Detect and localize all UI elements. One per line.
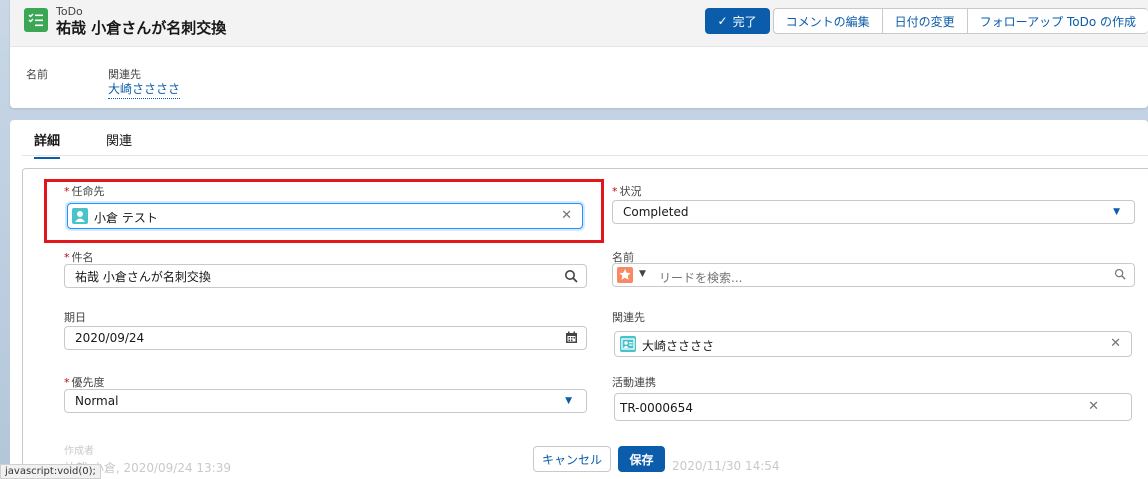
detail-card: 詳細 関連 (10, 120, 1148, 479)
search-icon (1114, 268, 1126, 283)
required-marker: * (64, 376, 70, 389)
created-by-label: 作成者 (64, 446, 94, 457)
clear-icon[interactable]: ✕ (1110, 336, 1121, 351)
todo-icon (24, 8, 48, 32)
activity-link-value: TR-0000654 (620, 401, 693, 415)
calendar-icon[interactable] (565, 331, 578, 347)
contact-icon (620, 336, 636, 352)
search-icon (564, 269, 578, 286)
required-marker: * (612, 185, 618, 198)
priority-select[interactable]: Normal ▼ (64, 389, 587, 413)
clear-icon[interactable]: ✕ (1088, 399, 1099, 414)
status-value: Completed (623, 205, 689, 219)
highlight-name-label: 名前 (26, 68, 48, 81)
priority-value: Normal (75, 394, 119, 408)
name-placeholder: リードを検索... (659, 271, 743, 285)
related-to-label: 関連先 (612, 311, 645, 324)
related-to-value: 大崎ささささ (642, 339, 715, 353)
complete-button[interactable]: ✓ 完了 (704, 8, 770, 34)
highlight-related-link[interactable]: 大崎ささささ (108, 80, 181, 99)
required-marker: * (64, 251, 70, 264)
related-to-field[interactable]: 大崎ささささ ✕ (614, 331, 1132, 357)
name-lookup-input[interactable]: ▼ リードを検索... (612, 263, 1135, 287)
due-date-value: 2020/09/24 (75, 331, 145, 345)
complete-label: 完了 (732, 14, 757, 29)
due-date-label: 期日 (64, 311, 86, 324)
cancel-button[interactable]: キャンセル (533, 446, 611, 472)
edit-comment-button[interactable]: コメントの編集 (772, 8, 883, 34)
caret-down-icon: ▼ (565, 396, 572, 406)
caret-down-icon: ▼ (1113, 207, 1120, 217)
highlight-annotation-box (44, 179, 604, 243)
activity-link-field[interactable]: TR-0000654 ✕ (614, 393, 1132, 421)
status-label: * 状況 (612, 185, 642, 198)
object-switch-caret-icon[interactable]: ▼ (639, 269, 646, 279)
due-date-input[interactable]: 2020/09/24 (64, 326, 587, 350)
change-date-button[interactable]: 日付の変更 (881, 8, 968, 34)
subject-label: * 件名 (64, 251, 94, 264)
modified-value: 2020/11/30 14:54 (672, 459, 780, 473)
followup-todo-button[interactable]: フォローアップ ToDo の作成 (966, 8, 1148, 34)
record-header: ToDo 祐哉 小倉さんが名刺交換 ✓ 完了 コメントの編集 日付の変更 フォロ… (10, 0, 1148, 108)
header-actions: ✓ 完了 コメントの編集 日付の変更 フォローアップ ToDo の作成 (704, 8, 1148, 34)
browser-status-bar: javascript:void(0); (0, 464, 101, 479)
subject-value: 祐哉 小倉さんが名刺交換 (75, 269, 211, 284)
activity-link-label: 活動連携 (612, 376, 656, 389)
subject-input[interactable]: 祐哉 小倉さんが名刺交換 (64, 264, 587, 288)
save-button[interactable]: 保存 (618, 446, 665, 472)
status-select[interactable]: Completed ▼ (612, 200, 1135, 224)
tab-detail[interactable]: 詳細 (34, 130, 61, 159)
tab-related[interactable]: 関連 (106, 130, 132, 157)
check-icon: ✓ (717, 14, 728, 28)
tab-bar: 詳細 関連 (22, 120, 1148, 159)
record-header-top: ToDo 祐哉 小倉さんが名刺交換 ✓ 完了 コメントの編集 日付の変更 フォロ… (10, 0, 1148, 47)
lead-icon (617, 267, 633, 283)
record-title: 祐哉 小倉さんが名刺交換 (56, 19, 227, 37)
priority-label: * 優先度 (64, 376, 105, 389)
